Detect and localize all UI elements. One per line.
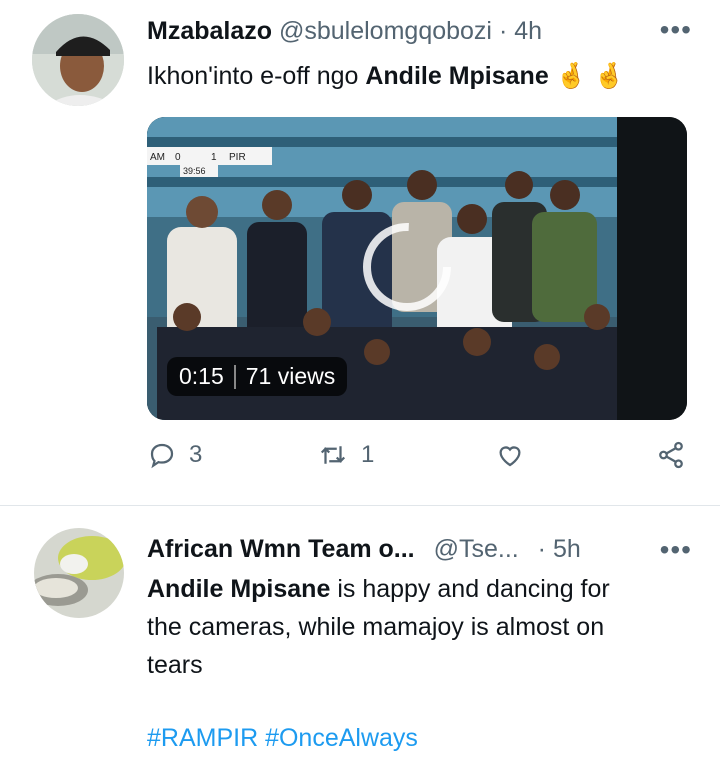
video-views: 71 views: [245, 363, 336, 389]
scoreboard-away-score: 1: [211, 152, 217, 163]
badge-divider: [233, 364, 236, 389]
scoreboard-home-score: 0: [175, 152, 181, 163]
reply-count: 3: [189, 441, 203, 468]
more-options-icon[interactable]: •••: [660, 16, 692, 44]
video-duration: 0:15: [179, 363, 224, 389]
tweet-header: Mzabalazo @sbulelomgqobozi · 4h: [147, 16, 542, 46]
tweet-2-line2: the cameras, while mamajoy is almost on: [147, 613, 605, 641]
display-name[interactable]: Mzabalazo: [147, 17, 272, 45]
more-options-icon-2[interactable]: •••: [660, 536, 692, 564]
tweet-2-line1: is happy and dancing for: [330, 575, 610, 603]
user-handle-2[interactable]: @Tse...: [434, 535, 519, 563]
mentioned-name-2: Andile Mpisane: [147, 575, 331, 603]
retweet-button[interactable]: 1: [317, 440, 374, 470]
retweet-icon: [320, 446, 346, 464]
video-player[interactable]: AM 0 1 PIR 39:56 0:15 71 views: [147, 117, 687, 420]
hashtags[interactable]: #RAMPIR #OnceAlways: [147, 724, 418, 753]
tweet-2-line3: tears: [147, 651, 203, 679]
loading-spinner-icon: [363, 223, 451, 311]
reply-button[interactable]: 3: [147, 440, 202, 470]
tweet-2-text: Andile Mpisane is happy and dancing for …: [147, 570, 610, 684]
tweet-text: Ikhon'into e-off ngo Andile Mpisane 🤞 🤞: [147, 57, 625, 95]
user-handle[interactable]: @sbulelomgqobozi: [279, 17, 492, 45]
timestamp-2[interactable]: 5h: [553, 535, 581, 563]
mentioned-name: Andile Mpisane: [365, 62, 549, 90]
tweet-1[interactable]: Mzabalazo @sbulelomgqobozi · 4h ••• Ikho…: [0, 0, 720, 506]
scoreboard-away: PIR: [229, 152, 246, 163]
share-icon: [659, 441, 683, 469]
scoreboard-home: AM: [150, 152, 165, 163]
video-stats-badge: 0:15 71 views: [167, 357, 348, 396]
reply-icon: [150, 443, 174, 469]
retweet-count: 1: [361, 441, 375, 468]
crossed-fingers-emoji: 🤞 🤞: [555, 62, 625, 90]
avatar-2[interactable]: [34, 528, 124, 618]
like-button[interactable]: [494, 440, 526, 470]
tweet-text-prefix: Ikhon'into e-off ngo: [147, 62, 366, 90]
tweet-actions: 3 1: [147, 440, 692, 490]
timestamp[interactable]: 4h: [514, 17, 542, 45]
tweet-2-header: African Wmn Team o... @Tse... · 5h: [147, 534, 581, 564]
display-name-2[interactable]: African Wmn Team o...: [147, 535, 415, 563]
heart-icon: [499, 446, 521, 467]
scoreboard-clock: 39:56: [183, 166, 206, 176]
share-button[interactable]: [654, 440, 688, 470]
separator-dot-2: ·: [537, 535, 546, 563]
separator-dot: ·: [498, 17, 508, 45]
avatar[interactable]: [32, 14, 124, 106]
